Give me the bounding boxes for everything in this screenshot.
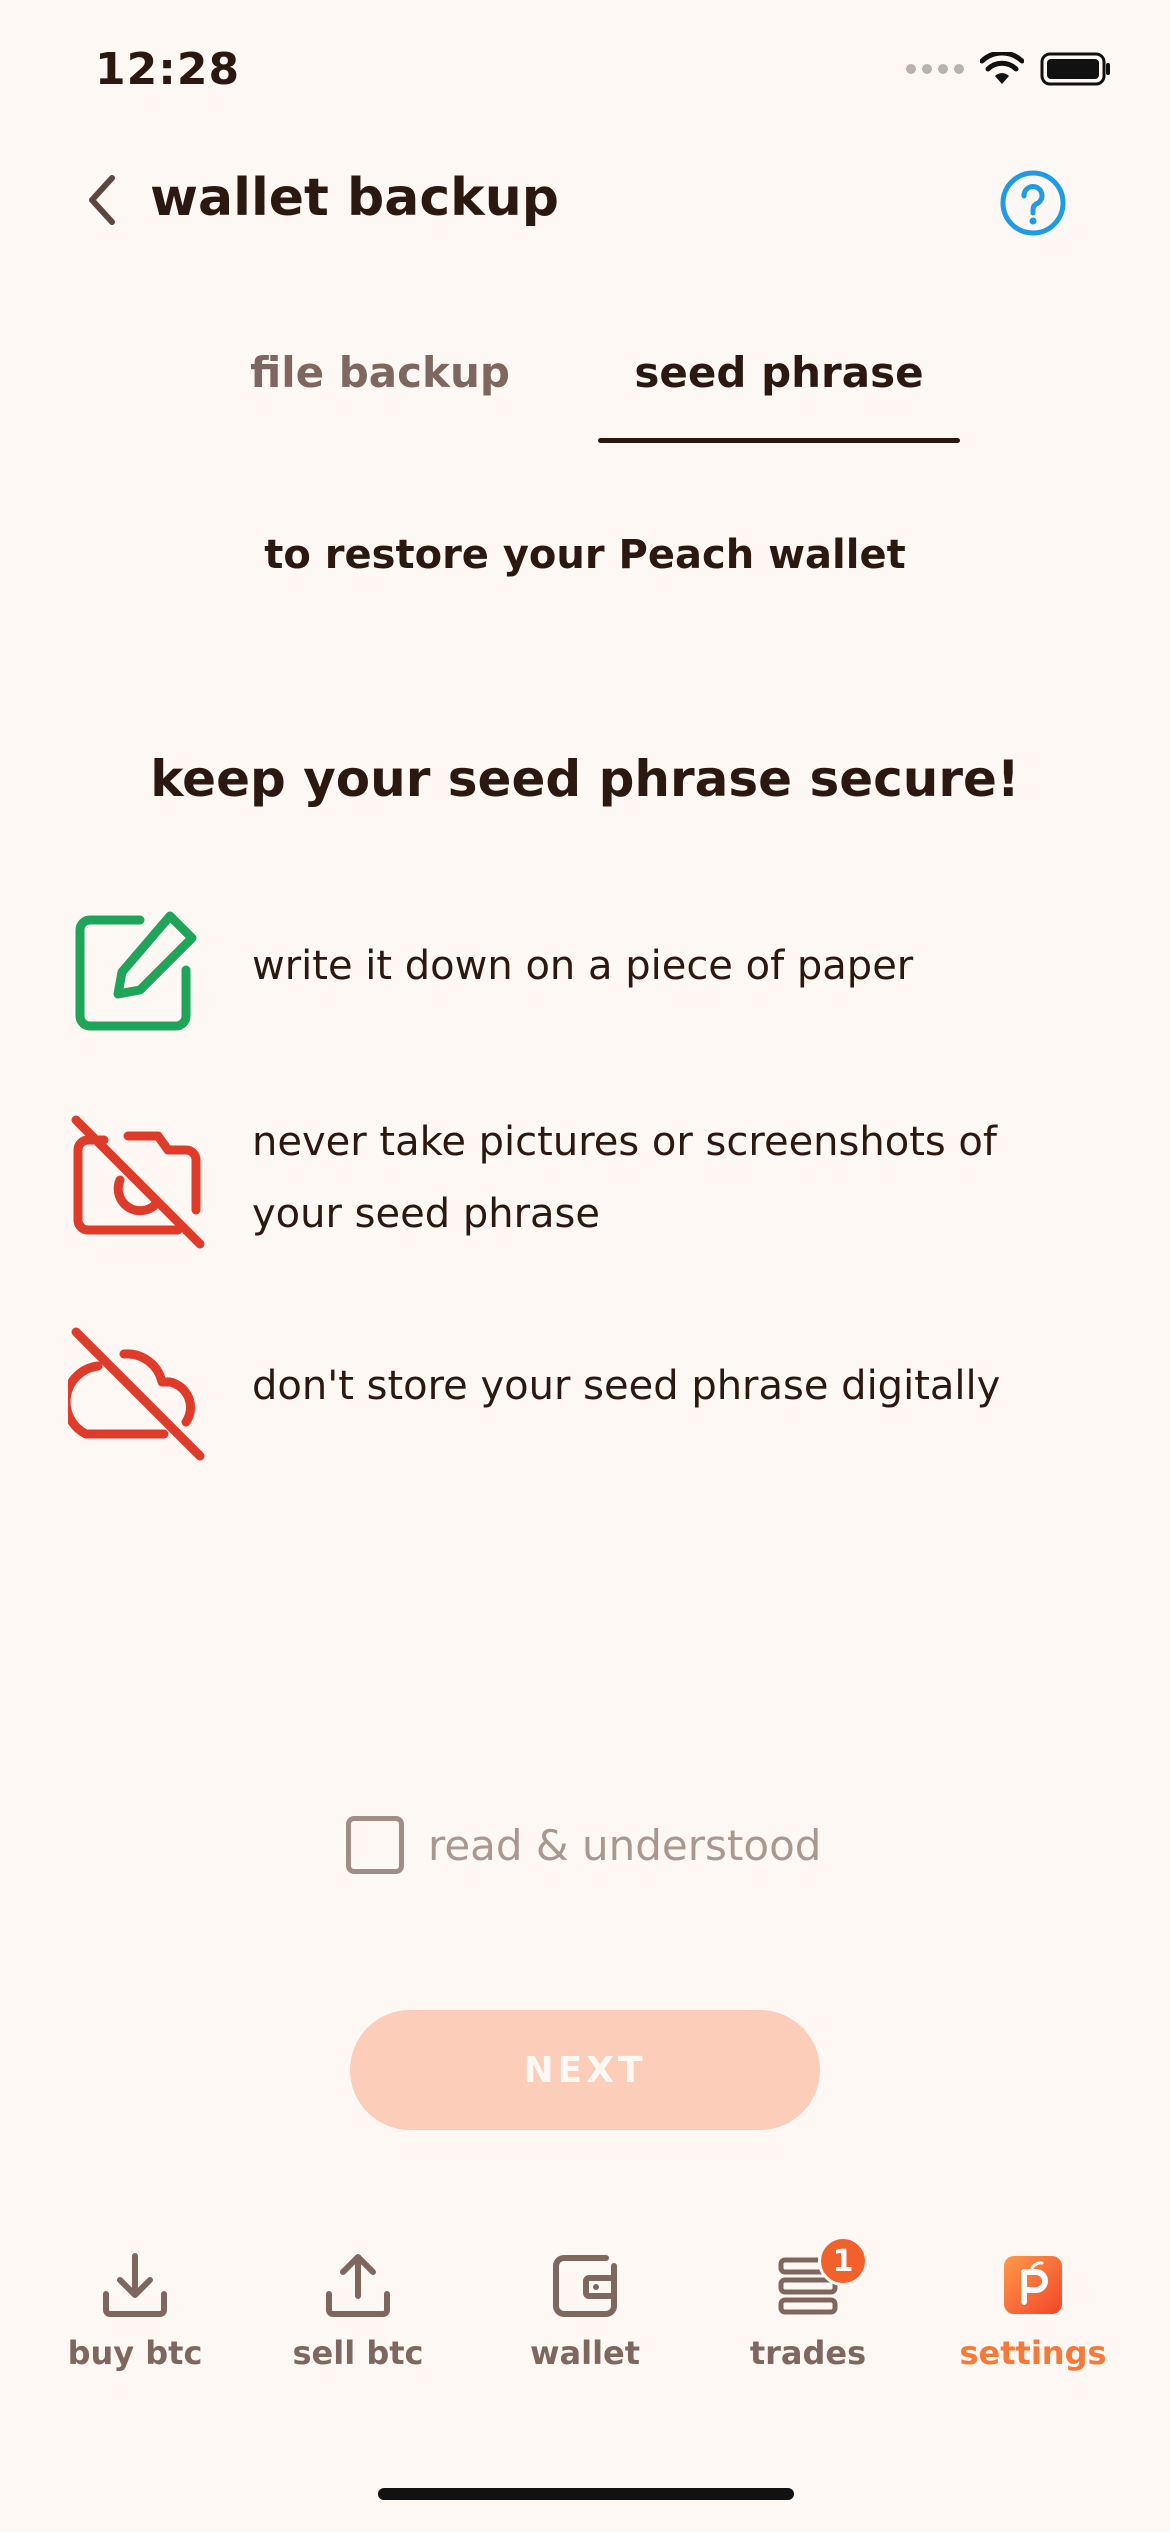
nav-label-trades: trades bbox=[749, 2334, 867, 2372]
battery-icon bbox=[1040, 52, 1110, 86]
wifi-icon bbox=[980, 52, 1024, 84]
camera-off-icon bbox=[71, 1115, 205, 1249]
help-icon[interactable] bbox=[998, 168, 1068, 238]
tab-seed-phrase[interactable]: seed phrase bbox=[598, 348, 960, 397]
nav-item-trades[interactable]: 1 trades bbox=[718, 2236, 898, 2372]
back-chevron-icon[interactable] bbox=[78, 170, 128, 230]
next-button[interactable]: NEXT bbox=[350, 2010, 820, 2130]
download-icon bbox=[103, 2253, 167, 2317]
tip-no-pictures: never take pictures or screenshots of yo… bbox=[252, 1119, 997, 1237]
nav-item-sell-btc[interactable]: sell btc bbox=[268, 2250, 448, 2372]
status-icons bbox=[906, 52, 1112, 86]
tip-no-digital: don't store your seed phrase digitally bbox=[252, 1363, 1001, 1409]
tab-file-backup[interactable]: file backup bbox=[230, 348, 530, 397]
nav-label-buy: buy btc bbox=[67, 2334, 203, 2372]
subtitle: to restore your Peach wallet bbox=[264, 532, 906, 578]
nav-label-wallet: wallet bbox=[529, 2334, 641, 2372]
cloud-off-icon bbox=[68, 1327, 205, 1461]
edit-icon bbox=[75, 911, 197, 1031]
trades-badge: 1 bbox=[818, 2236, 868, 2286]
active-tab-indicator bbox=[598, 438, 960, 443]
section-heading: keep your seed phrase secure! bbox=[150, 750, 1020, 808]
page-title: wallet backup bbox=[150, 168, 559, 228]
nav-label-settings: settings bbox=[959, 2334, 1107, 2372]
nav-item-wallet[interactable]: wallet bbox=[495, 2250, 675, 2372]
nav-item-settings[interactable]: settings bbox=[943, 2250, 1123, 2372]
read-understood-checkbox[interactable]: read & understood bbox=[346, 1816, 821, 1874]
status-time: 12:28 bbox=[95, 44, 241, 95]
nav-label-sell: sell btc bbox=[292, 2334, 424, 2372]
nav-item-buy-btc[interactable]: buy btc bbox=[45, 2250, 225, 2372]
tip-write-down: write it down on a piece of paper bbox=[252, 943, 914, 989]
cellular-signal-icon bbox=[906, 64, 964, 74]
upload-icon bbox=[326, 2254, 390, 2317]
wallet-icon bbox=[553, 2255, 617, 2317]
checkbox-label: read & understood bbox=[428, 1820, 822, 1870]
home-indicator bbox=[378, 2488, 794, 2500]
peach-icon bbox=[1004, 2256, 1062, 2314]
checkbox-box[interactable] bbox=[346, 1816, 404, 1874]
